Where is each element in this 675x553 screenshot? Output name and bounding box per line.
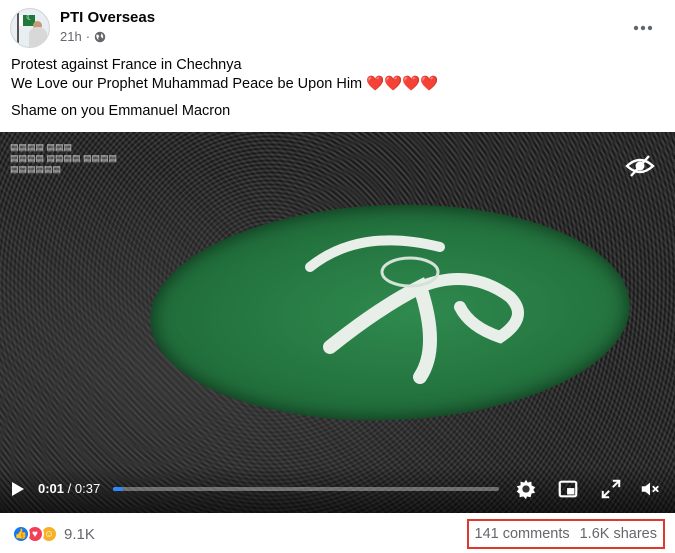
heart-emoji-icons: ❤️❤️❤️❤️ <box>366 76 439 92</box>
more-options-button[interactable] <box>629 14 657 42</box>
like-reaction-icon: 👍 <box>12 525 30 543</box>
post-meta: 21h · <box>60 29 106 44</box>
play-icon[interactable] <box>11 481 25 497</box>
post-text-line-2-text: We Love our Prophet Muhammad Peace be Up… <box>11 76 363 92</box>
comments-shares-highlight: 141 comments 1.6K shares <box>466 519 665 549</box>
post-text-line-2: We Love our Prophet Muhammad Peace be Up… <box>11 75 661 94</box>
post-text-line-1: Protest against France in Chechnya <box>11 57 242 73</box>
page-name[interactable]: PTI Overseas <box>60 9 155 26</box>
avatar-figure <box>29 27 47 47</box>
video-watermark: ▤▤▤▤ ▤▤▤ ▤▤▤▤ ▤▤▤▤ ▤▤▤▤ ▤▤▤▤▤▤ <box>10 142 118 174</box>
comments-count-link[interactable]: 141 comments <box>475 526 570 542</box>
video-frame-calligraphy <box>305 235 524 384</box>
muted-volume-icon[interactable] <box>639 478 661 500</box>
video-time: 0:01 / 0:37 <box>38 481 100 496</box>
more-options-icon <box>633 25 653 31</box>
picture-in-picture-icon[interactable] <box>557 478 579 500</box>
post-header: PTI Overseas 21h · <box>10 6 665 50</box>
video-current-time: 0:01 <box>38 481 65 496</box>
engagement-bar: 👍 ♥ ☺ 9.1K 141 comments 1.6K shares <box>0 513 675 553</box>
post-timestamp[interactable]: 21h <box>60 29 82 44</box>
fullscreen-icon[interactable] <box>600 478 622 500</box>
video-player[interactable]: ▤▤▤▤ ▤▤▤ ▤▤▤▤ ▤▤▤▤ ▤▤▤▤ ▤▤▤▤▤▤ 0:01 / 0:37 <box>0 132 675 513</box>
post-body: Protest against France in Chechnya We Lo… <box>11 56 661 121</box>
globe-icon <box>94 31 106 42</box>
video-controls: 0:01 / 0:37 <box>0 467 675 513</box>
shares-count-link[interactable]: 1.6K shares <box>580 526 657 542</box>
eye-icon[interactable] <box>625 154 655 178</box>
post-text-line-3: Shame on you Emmanuel Macron <box>11 103 231 119</box>
video-progress-fill <box>113 487 124 491</box>
video-duration: / 0:37 <box>67 481 101 496</box>
reactions-count[interactable]: 9.1K <box>64 526 95 543</box>
avatar[interactable] <box>10 8 50 48</box>
settings-icon[interactable] <box>515 478 537 500</box>
video-progress-bar[interactable] <box>113 487 499 491</box>
meta-separator: · <box>85 29 91 44</box>
reactions-summary[interactable]: 👍 ♥ ☺ 9.1K <box>12 525 95 543</box>
